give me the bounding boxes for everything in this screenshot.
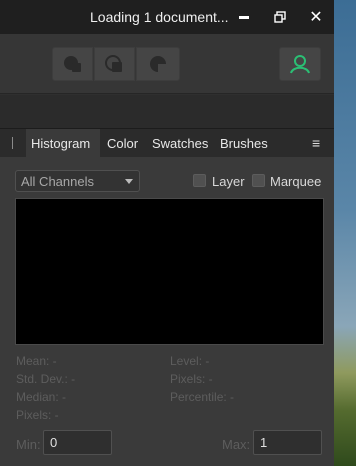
minimize-button[interactable] bbox=[233, 6, 255, 28]
restore-button[interactable] bbox=[269, 6, 291, 28]
max-input[interactable]: 1 bbox=[253, 430, 322, 455]
close-button[interactable]: ✕ bbox=[305, 6, 327, 28]
stat-mean: Mean: - bbox=[16, 354, 57, 368]
tab-histogram[interactable]: Histogram bbox=[26, 129, 100, 157]
minimize-icon bbox=[239, 15, 249, 19]
app-window: Loading 1 document... ✕ Histogram Color … bbox=[0, 0, 334, 466]
tab-label: Swatches bbox=[152, 135, 209, 151]
boolean-subtract-button[interactable] bbox=[94, 47, 135, 81]
window-title: Loading 1 document... bbox=[90, 9, 229, 25]
tab-label: Histogram bbox=[31, 135, 91, 151]
min-value: 0 bbox=[50, 435, 58, 450]
stat-level: Level: - bbox=[170, 354, 210, 368]
tab-color[interactable]: Color bbox=[102, 129, 143, 157]
menu-glyph: ≡ bbox=[312, 135, 321, 151]
user-icon bbox=[290, 55, 310, 74]
desktop-wallpaper bbox=[334, 0, 356, 466]
boolean-add-icon bbox=[63, 56, 81, 72]
tab-swatches[interactable]: Swatches bbox=[147, 129, 213, 157]
min-label: Min: bbox=[16, 437, 41, 452]
stat-std-dev: Std. Dev.: - bbox=[16, 372, 76, 386]
stat-pixels: Pixels: - bbox=[16, 408, 59, 422]
title-bar: Loading 1 document... ✕ bbox=[0, 0, 334, 34]
boolean-intersect-button[interactable] bbox=[136, 47, 180, 81]
tab-brushes[interactable]: Brushes bbox=[215, 129, 273, 157]
stat-percentile: Percentile: - bbox=[170, 390, 235, 404]
histogram-graph bbox=[15, 198, 324, 345]
panel-menu-icon[interactable]: ≡ bbox=[312, 135, 320, 151]
toolbar bbox=[0, 34, 334, 94]
restore-icon bbox=[274, 11, 286, 23]
layer-checkbox-label: Layer bbox=[212, 174, 245, 189]
max-label: Max: bbox=[222, 437, 251, 452]
min-input[interactable]: 0 bbox=[43, 430, 112, 455]
user-account-button[interactable] bbox=[279, 47, 321, 81]
boolean-subtract-icon bbox=[104, 55, 122, 72]
panel-tab-bar: Histogram Color Swatches Brushes ≡ bbox=[0, 128, 334, 157]
layer-checkbox[interactable] bbox=[193, 174, 206, 187]
chevron-down-icon bbox=[125, 179, 133, 184]
channel-select-value: All Channels bbox=[21, 174, 94, 189]
context-bar bbox=[0, 95, 334, 128]
boolean-intersect-icon bbox=[150, 56, 166, 72]
histogram-panel: All Channels Layer Marquee Mean: - Std. … bbox=[0, 157, 334, 466]
max-value: 1 bbox=[260, 435, 268, 450]
tab-label: Color bbox=[107, 135, 139, 151]
tab-label: Brushes bbox=[220, 135, 268, 151]
stat-pixels-right: Pixels: - bbox=[170, 372, 213, 386]
boolean-add-button[interactable] bbox=[52, 47, 93, 81]
stat-median: Median: - bbox=[16, 390, 67, 404]
close-icon: ✕ bbox=[309, 9, 323, 26]
channel-select[interactable]: All Channels bbox=[15, 170, 140, 192]
panel-grip-handle[interactable] bbox=[12, 137, 13, 149]
marquee-checkbox-label: Marquee bbox=[270, 174, 322, 189]
marquee-checkbox[interactable] bbox=[252, 174, 265, 187]
